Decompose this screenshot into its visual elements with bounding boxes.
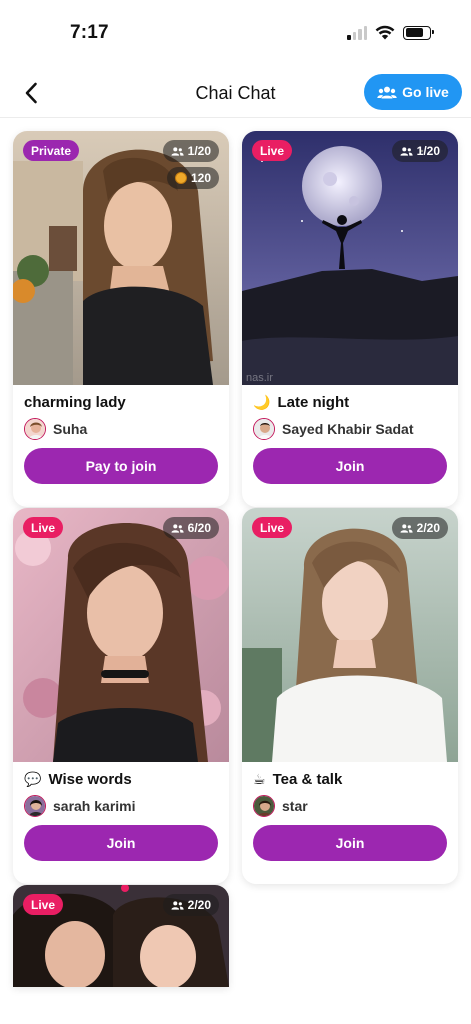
room-card[interactable]: nas.ir Live 1/20 🌙 Late night Sayed Khab… bbox=[242, 131, 458, 507]
wifi-icon bbox=[375, 25, 395, 40]
participant-count: 6/20 bbox=[162, 517, 219, 539]
pay-to-join-button[interactable]: Pay to join bbox=[24, 448, 218, 484]
participant-count: 2/20 bbox=[162, 894, 219, 916]
tea-cup-icon: ☕ bbox=[253, 771, 266, 787]
live-tag: Live bbox=[23, 517, 64, 538]
avatar bbox=[24, 795, 46, 817]
room-host[interactable]: sarah karimi bbox=[24, 795, 136, 817]
room-thumbnail: Live 2/20 bbox=[242, 508, 458, 762]
room-card[interactable]: Live 2/20 ☕ Tea & talk star Join bbox=[242, 508, 458, 884]
room-title: ☕ Tea & talk bbox=[253, 771, 343, 788]
participant-count: 1/20 bbox=[162, 140, 219, 162]
coin-icon bbox=[174, 172, 187, 184]
status-icons bbox=[347, 25, 434, 40]
live-tag: Live bbox=[252, 140, 293, 161]
host-name: Sayed Khabir Sadat bbox=[282, 421, 414, 437]
join-button[interactable]: Join bbox=[253, 825, 447, 861]
status-time: 7:17 bbox=[70, 22, 109, 43]
status-bar: 7:17 bbox=[0, 0, 471, 62]
people-icon bbox=[171, 523, 184, 533]
join-button[interactable]: Join bbox=[253, 448, 447, 484]
people-icon bbox=[400, 146, 413, 156]
host-name: Suha bbox=[53, 421, 88, 437]
people-icon bbox=[400, 523, 413, 533]
cellular-signal-icon bbox=[347, 25, 367, 40]
room-title: 🌙 Late night bbox=[253, 394, 350, 411]
speech-bubble-icon: 💬 bbox=[24, 771, 42, 787]
participant-count: 2/20 bbox=[391, 517, 448, 539]
avatar bbox=[253, 795, 275, 817]
room-host[interactable]: Sayed Khabir Sadat bbox=[253, 418, 414, 440]
live-tag: Live bbox=[23, 894, 64, 915]
room-title: charming lady bbox=[24, 394, 126, 411]
room-card[interactable]: Live 6/20 💬 Wise words sarah karimi Join bbox=[13, 508, 229, 884]
host-name: star bbox=[282, 798, 308, 814]
host-name: sarah karimi bbox=[53, 798, 136, 814]
room-thumbnail: Live 6/20 bbox=[13, 508, 229, 762]
people-icon bbox=[171, 900, 184, 910]
go-live-label: Go live bbox=[402, 84, 449, 100]
room-card[interactable]: Live 2/20 bbox=[13, 885, 229, 987]
live-tag: Live bbox=[252, 517, 293, 538]
room-card[interactable]: Private 1/20 120 charming lady Suha Pay … bbox=[13, 131, 229, 507]
avatar bbox=[253, 418, 275, 440]
room-host[interactable]: star bbox=[253, 795, 308, 817]
go-live-button[interactable]: Go live bbox=[364, 74, 462, 110]
avatar bbox=[24, 418, 46, 440]
app-header: Chai Chat Go live bbox=[0, 70, 471, 118]
battery-icon bbox=[403, 25, 434, 40]
moon-icon: 🌙 bbox=[253, 394, 271, 410]
room-thumbnail: Private 1/20 120 bbox=[13, 131, 229, 385]
room-thumbnail: Live 2/20 bbox=[13, 885, 229, 987]
group-icon bbox=[377, 86, 397, 98]
entry-fee-chip: 120 bbox=[166, 167, 219, 189]
join-button[interactable]: Join bbox=[24, 825, 218, 861]
room-host[interactable]: Suha bbox=[24, 418, 87, 440]
room-title: 💬 Wise words bbox=[24, 771, 132, 788]
private-tag: Private bbox=[23, 140, 80, 161]
participant-count: 1/20 bbox=[391, 140, 448, 162]
people-icon bbox=[171, 146, 184, 156]
room-thumbnail: nas.ir Live 1/20 bbox=[242, 131, 458, 385]
watermark-text: nas.ir bbox=[246, 372, 273, 384]
